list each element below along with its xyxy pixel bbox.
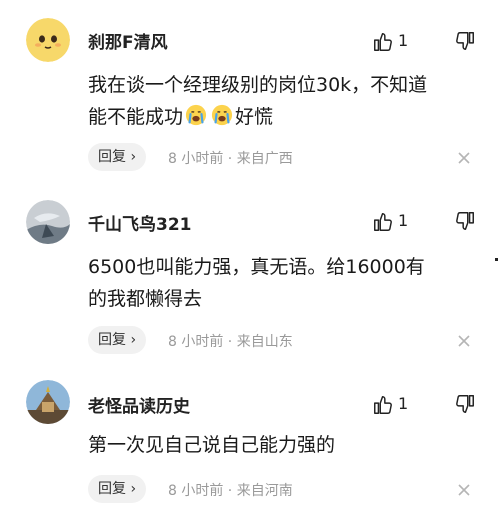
like-button[interactable]: 1 <box>372 30 422 54</box>
comment-text: 我在谈一个经理级别的岗位30k，不知道 能不能成功 好慌 <box>88 69 478 133</box>
username[interactable]: 老怪品读历史 <box>88 392 190 417</box>
thumbs-up-icon <box>374 213 392 231</box>
avatar[interactable] <box>26 18 70 62</box>
comment-text: 6500也叫能力强，真无语。给16000有 的我都懒得去 <box>88 256 425 310</box>
crying-face-icon <box>185 104 207 126</box>
temple-photo-avatar-icon <box>26 380 70 424</box>
chevron-right-icon: › <box>130 481 137 497</box>
thumbs-down-icon <box>456 395 474 413</box>
close-icon[interactable] <box>456 150 472 166</box>
thumbs-down-icon <box>456 212 474 230</box>
reply-button[interactable]: 回复 › <box>88 143 147 171</box>
like-button[interactable]: 1 <box>372 393 422 417</box>
close-icon[interactable] <box>456 482 472 498</box>
avatar[interactable] <box>26 380 70 424</box>
comment-item: 老怪品读历史 1 第一次见自己说自己能力强的 回复 › 8 小时前 · 来自河南 <box>0 365 499 522</box>
reply-button[interactable]: 回复 › <box>88 475 147 503</box>
username[interactable]: 刹那F清风 <box>88 28 168 53</box>
comment-meta: 8 小时前 · 来自广西 <box>168 151 293 167</box>
reply-label: 回复 <box>98 149 126 165</box>
reply-button[interactable]: 回复 › <box>88 326 147 354</box>
chevron-right-icon: › <box>130 149 137 165</box>
scroll-indicator <box>495 258 498 261</box>
close-icon[interactable] <box>456 333 472 349</box>
thumbs-up-icon <box>374 33 392 51</box>
avatar[interactable] <box>26 200 70 244</box>
chevron-right-icon: › <box>130 332 137 348</box>
dislike-button[interactable] <box>454 30 476 54</box>
username[interactable]: 千山飞鸟321 <box>88 210 192 235</box>
comment-item: 刹那F清风 1 我在谈一个经理级别的岗位30k，不知道 能不能成功 好慌 回复 ›… <box>0 0 499 180</box>
comment-meta: 8 小时前 · 来自山东 <box>168 334 293 350</box>
crying-face-icon <box>211 104 233 126</box>
thumbs-up-icon <box>374 396 392 414</box>
comment-item: 千山飞鸟321 1 6500也叫能力强，真无语。给16000有 的我都懒得去 回… <box>0 180 499 365</box>
reply-label: 回复 <box>98 481 126 497</box>
like-count: 1 <box>398 31 409 50</box>
reply-label: 回复 <box>98 332 126 348</box>
comment-text-tail: 好慌 <box>235 106 274 128</box>
yellow-face-avatar-icon <box>26 18 70 62</box>
thumbs-down-icon <box>456 32 474 50</box>
like-count: 1 <box>398 394 409 413</box>
photo-avatar-icon <box>26 200 70 244</box>
like-button[interactable]: 1 <box>372 210 422 234</box>
comment-list: 刹那F清风 1 我在谈一个经理级别的岗位30k，不知道 能不能成功 好慌 回复 ›… <box>0 0 499 522</box>
dislike-button[interactable] <box>454 393 476 417</box>
comment-meta: 8 小时前 · 来自河南 <box>168 483 293 499</box>
like-count: 1 <box>398 211 409 230</box>
dislike-button[interactable] <box>454 210 476 234</box>
comment-text: 第一次见自己说自己能力强的 <box>88 434 336 456</box>
